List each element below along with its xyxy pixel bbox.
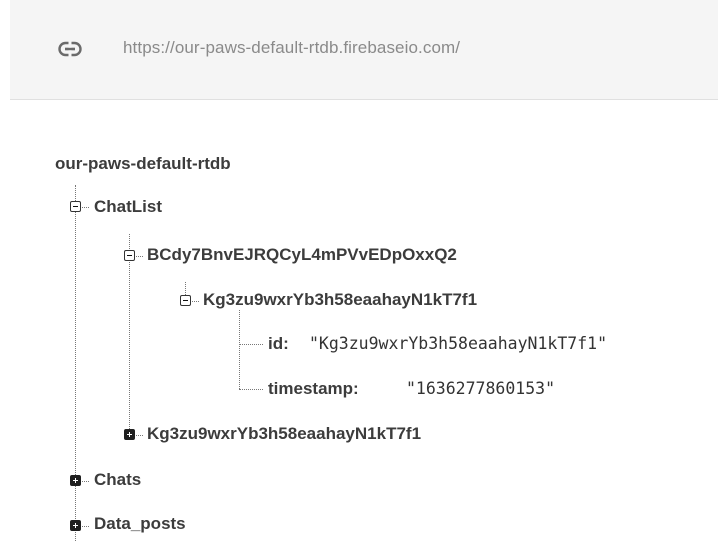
tree-connector bbox=[136, 256, 143, 257]
expand-toggle-icon[interactable] bbox=[70, 475, 81, 486]
node-data-posts[interactable]: Data_posts bbox=[94, 514, 186, 534]
tree-connector bbox=[192, 301, 199, 302]
field-key-id: id: bbox=[268, 334, 289, 353]
node-chats[interactable]: Chats bbox=[94, 470, 141, 490]
tree-connector bbox=[185, 282, 186, 295]
database-tree: our-paws-default-rtdb ChatList BCdy7BnvE… bbox=[0, 0, 718, 544]
tree-connector bbox=[82, 207, 89, 208]
expand-toggle-icon[interactable] bbox=[70, 520, 81, 531]
collapse-toggle-icon[interactable] bbox=[180, 295, 191, 306]
tree-root-label[interactable]: our-paws-default-rtdb bbox=[55, 154, 231, 174]
node-chat-id[interactable]: Kg3zu9wxrYb3h58eaahayN1kT7f1 bbox=[203, 290, 477, 310]
tree-connector bbox=[239, 344, 263, 345]
tree-connector bbox=[239, 310, 240, 389]
node-user-id[interactable]: BCdy7BnvEJRQCyL4mPVvEDpOxxQ2 bbox=[147, 245, 457, 265]
collapse-toggle-icon[interactable] bbox=[70, 201, 81, 212]
collapse-toggle-icon[interactable] bbox=[124, 250, 135, 261]
expand-toggle-icon[interactable] bbox=[124, 429, 135, 440]
tree-connector bbox=[239, 389, 263, 390]
node-chatlist[interactable]: ChatList bbox=[94, 197, 162, 217]
field-key-timestamp: timestamp: bbox=[268, 379, 359, 398]
node-chatlist-collapsed-child[interactable]: Kg3zu9wxrYb3h58eaahayN1kT7f1 bbox=[147, 424, 421, 444]
tree-connector bbox=[136, 435, 143, 436]
field-value-timestamp[interactable]: "1636277860153" bbox=[406, 379, 555, 398]
field-value-id[interactable]: "Kg3zu9wxrYb3h58eaahayN1kT7f1" bbox=[309, 334, 607, 353]
tree-connector bbox=[82, 481, 89, 482]
tree-connector bbox=[75, 185, 76, 541]
tree-connector bbox=[82, 526, 89, 527]
tree-connector bbox=[129, 234, 130, 429]
